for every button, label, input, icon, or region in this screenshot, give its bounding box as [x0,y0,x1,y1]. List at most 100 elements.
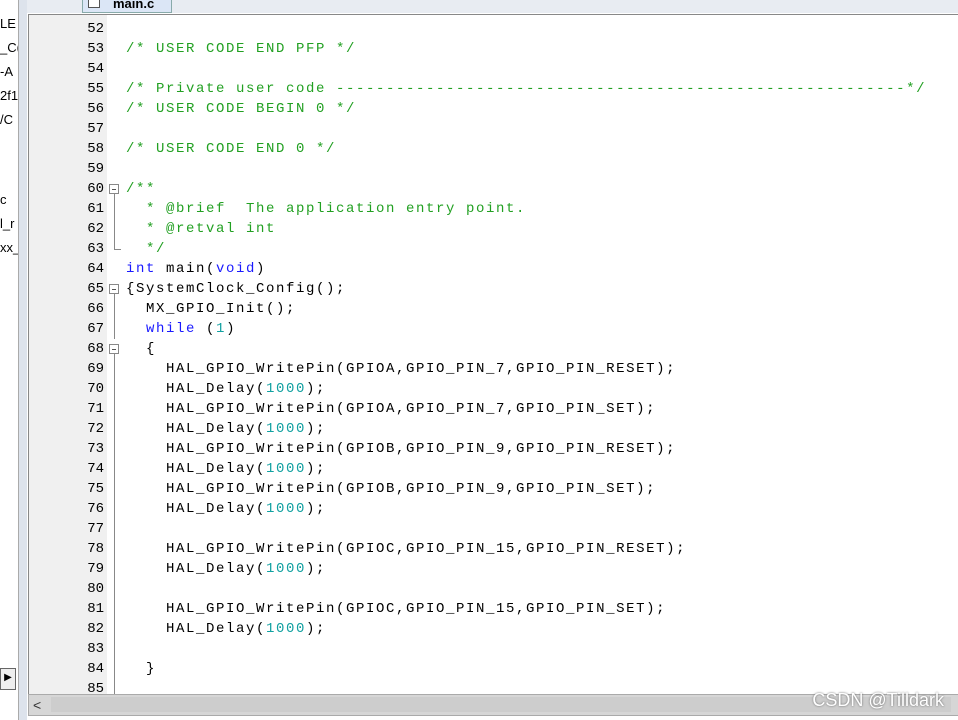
token-plain: ); [306,461,327,477]
token-plain: HAL_GPIO_WritePin(GPIOA,GPIO_PIN_7,GPIO_… [126,401,657,417]
fold-line [114,379,115,399]
code-line: 52 [29,19,958,39]
code-line: 68 { [29,339,958,365]
line-number: 71 [87,401,104,417]
line-number: 63 [87,241,104,257]
token-num: 1000 [266,561,307,577]
fold-line [114,439,115,459]
code-text: /* USER CODE END PFP */ [126,39,356,59]
line-number: 61 [87,201,104,217]
line-number: 78 [87,541,104,557]
token-num: 1000 [266,421,307,437]
line-number: 64 [87,261,104,277]
code-line: 74 HAL_Delay(1000); [29,459,958,479]
tab-bar: main.c [27,0,958,13]
project-tree-item[interactable]: /C [0,112,13,127]
fold-line [114,319,115,339]
scroll-left-icon[interactable]: < [33,695,41,715]
code-line: 65 {SystemClock_Config(); [29,279,958,305]
code-text: int main(void) [126,259,266,279]
fold-line [114,459,115,479]
fold-line [114,199,115,219]
project-tree-item[interactable]: -A [0,64,13,79]
token-comment: * @retval int [126,221,277,237]
line-number: 75 [87,481,104,497]
code-text: {SystemClock_Config(); [126,279,346,299]
fold-toggle-icon[interactable] [109,344,119,365]
token-num: 1000 [266,461,307,477]
code-text: { [126,339,156,359]
code-text: /* USER CODE BEGIN 0 */ [126,99,356,119]
code-line: 76 HAL_Delay(1000); [29,499,958,519]
project-tree-item[interactable]: LE [0,16,16,31]
code-line: 57 [29,119,958,139]
scroll-right-arrow-icon[interactable]: ▶ [0,668,16,690]
fold-line [114,659,115,679]
token-plain: main( [156,261,217,277]
splitter[interactable] [19,0,27,720]
project-tree-item[interactable]: _C( [0,40,18,55]
code-line: 79 HAL_Delay(1000); [29,559,958,579]
code-line: 72 HAL_Delay(1000); [29,419,958,439]
token-plain: ) [226,321,237,337]
project-tree-item[interactable]: xx_ [0,240,18,255]
line-number: 65 [87,281,104,297]
code-line: 63 */ [29,239,958,259]
token-num: 1 [216,321,227,337]
tab-main-c[interactable]: main.c [82,0,172,13]
code-line: 69 HAL_GPIO_WritePin(GPIOA,GPIO_PIN_7,GP… [29,359,958,379]
line-number: 68 [87,341,104,357]
token-plain: ); [306,561,327,577]
code-line: 53 /* USER CODE END PFP */ [29,39,958,59]
fold-line [114,639,115,659]
code-line: 71 HAL_GPIO_WritePin(GPIOA,GPIO_PIN_7,GP… [29,399,958,419]
token-plain: {SystemClock_Config(); [126,281,347,297]
code-text: HAL_Delay(1000); [126,499,326,519]
line-number: 81 [87,601,104,617]
code-line: 84 } [29,659,958,679]
fold-toggle-icon[interactable] [109,184,119,205]
fold-line [114,519,115,539]
token-plain: HAL_Delay( [126,621,267,637]
code-line: 61 * @brief The application entry point. [29,199,958,219]
token-plain: HAL_Delay( [126,461,267,477]
line-number: 74 [87,461,104,477]
line-number: 73 [87,441,104,457]
line-number: 66 [87,301,104,317]
fold-line [114,619,115,639]
token-plain: HAL_Delay( [126,381,267,397]
code-text: /* USER CODE END 0 */ [126,139,336,159]
code-text: HAL_Delay(1000); [126,559,326,579]
token-plain: HAL_GPIO_WritePin(GPIOB,GPIO_PIN_9,GPIO_… [126,441,677,457]
fold-line [114,539,115,559]
line-number: 57 [87,121,104,137]
fold-toggle-icon[interactable] [109,284,119,305]
token-plain: ); [306,421,327,437]
line-number: 82 [87,621,104,637]
code-line: 59 [29,159,958,179]
code-text: HAL_GPIO_WritePin(GPIOB,GPIO_PIN_9,GPIO_… [126,479,656,499]
line-number: 77 [87,521,104,537]
project-tree-item[interactable]: l_r [0,216,14,231]
token-kw: int [126,261,157,277]
token-plain: ); [306,621,327,637]
token-plain: HAL_Delay( [126,421,267,437]
project-tree-item[interactable]: c [0,192,7,207]
code-text: HAL_GPIO_WritePin(GPIOC,GPIO_PIN_15,GPIO… [126,599,666,619]
line-number: 80 [87,581,104,597]
code-line: 77 [29,519,958,539]
code-text: } [126,659,156,679]
token-comment: /** [126,181,157,197]
code-text: HAL_GPIO_WritePin(GPIOB,GPIO_PIN_9,GPIO_… [126,439,676,459]
code-line: 60 /** [29,179,958,205]
code-line: 83 [29,639,958,659]
token-num: 1000 [266,501,307,517]
project-tree-item[interactable]: 2f1 [0,88,18,103]
fold-line [114,359,115,379]
code-line: 80 [29,579,958,599]
code-line: 55 /* Private user code -----------------… [29,79,958,99]
line-number: 72 [87,421,104,437]
code-editor[interactable]: 52 53 /* USER CODE END PFP */ 54 55 /* Privat… [28,14,958,696]
file-icon [88,0,100,8]
